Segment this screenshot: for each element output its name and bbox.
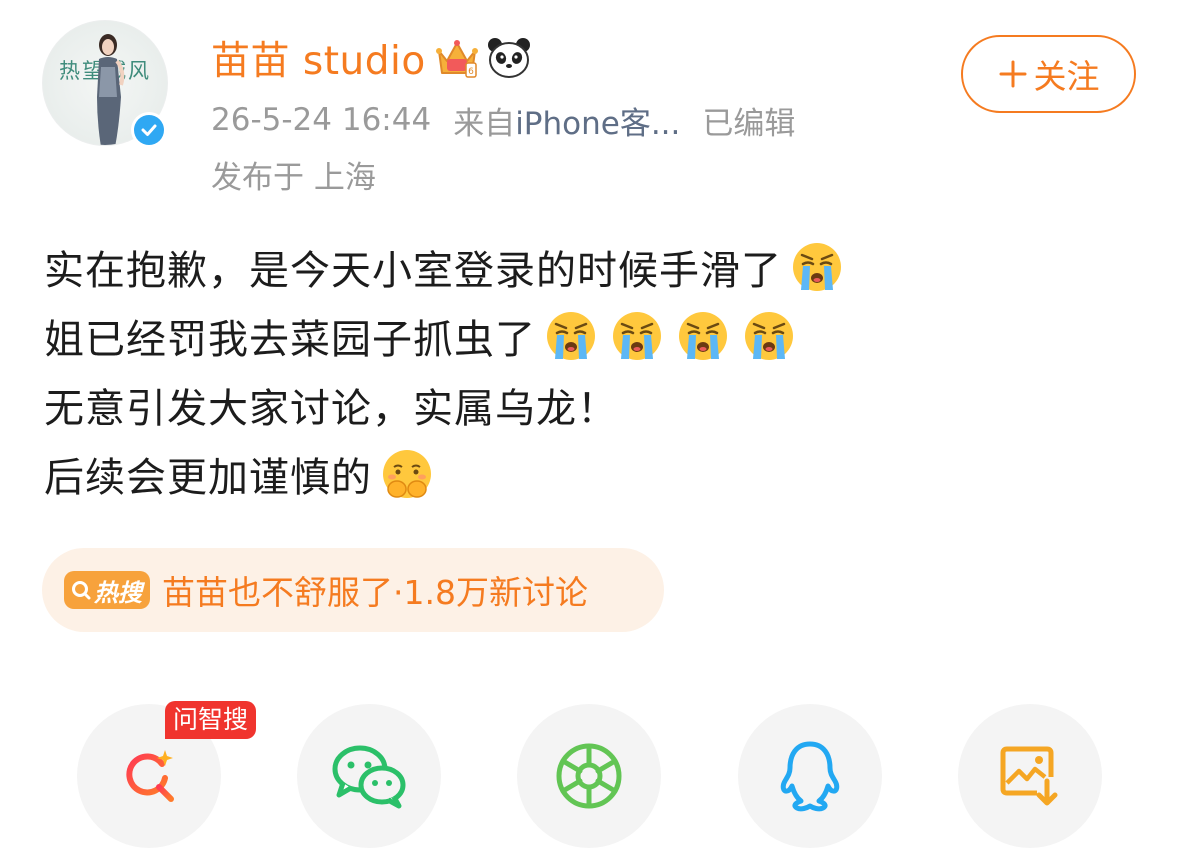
hot-search-badge: 热搜: [64, 571, 150, 609]
username[interactable]: 苗苗 studio: [211, 30, 426, 86]
location-row: 发布于 上海: [211, 152, 376, 196]
timestamp: 26-5-24 16:44: [211, 102, 432, 138]
svg-text:6: 6: [468, 67, 474, 77]
moments-icon: [556, 743, 622, 809]
save-image-icon: [1000, 746, 1058, 806]
verified-badge: [131, 112, 167, 148]
location: 发布于 上海: [211, 159, 376, 196]
post-line-text: 后续会更加谨慎的: [44, 454, 372, 501]
avatar-figure-icon: [97, 34, 125, 145]
share-qq-button[interactable]: [738, 704, 882, 848]
post-line-text: 无意引发大家讨论，实属乌龙！: [44, 385, 618, 432]
pleading-hands-emoji: [383, 449, 431, 498]
plus-icon: [999, 60, 1026, 88]
save-image-button[interactable]: [958, 704, 1102, 848]
post-line: 后续会更加谨慎的: [44, 439, 1144, 508]
share-moments-button[interactable]: [517, 704, 661, 848]
source-link[interactable]: iPhone客...: [515, 98, 680, 143]
qq-icon: [780, 741, 840, 812]
crying-emoji: [742, 309, 796, 363]
weibo-post-page: 热望城风 苗苗 studio 6: [0, 0, 1179, 865]
post-line-text: 实在抱歉，是今天小室登录的时候手滑了: [44, 247, 782, 294]
post-content: 实在抱歉，是今天小室登录的时候手滑了 姐已经罚我去菜园子抓虫了 无意引发大家讨论…: [44, 232, 1144, 508]
hot-search-link[interactable]: 热搜 苗苗也不舒服了·1.8万新讨论: [42, 548, 664, 632]
crying-emoji: [790, 240, 844, 294]
post-line: 无意引发大家讨论，实属乌龙！: [44, 370, 1144, 439]
crying-emoji: [544, 309, 598, 363]
post-line: 实在抱歉，是今天小室登录的时候手滑了: [44, 232, 1144, 301]
post-line: 姐已经罚我去菜园子抓虫了: [44, 301, 1144, 370]
source-prefix: 来自: [453, 105, 516, 142]
hot-search-text: 苗苗也不舒服了·1.8万新讨论: [162, 573, 588, 612]
share-wechat-button[interactable]: [297, 704, 441, 848]
crying-emoji: [676, 309, 730, 363]
username-row: 苗苗 studio 6: [211, 30, 532, 86]
ai-search-tag: 问智搜: [165, 701, 257, 739]
crying-emoji: [610, 309, 664, 363]
hot-search-badge-label: 热搜: [94, 578, 142, 607]
wechat-icon: [332, 745, 406, 809]
search-icon: [72, 581, 91, 600]
follow-label: 关注: [1033, 57, 1100, 96]
edited-label[interactable]: 已编辑: [702, 98, 795, 143]
ai-search-icon: [126, 750, 174, 802]
crown-icon[interactable]: 6: [434, 35, 480, 81]
follow-button[interactable]: 关注: [961, 35, 1136, 113]
check-icon: [141, 124, 157, 136]
post-line-text: 姐已经罚我去菜园子抓虫了: [44, 316, 536, 363]
post-meta: 26-5-24 16:44 来自 iPhone客... 已编辑: [211, 98, 795, 142]
panda-icon[interactable]: [486, 35, 532, 81]
